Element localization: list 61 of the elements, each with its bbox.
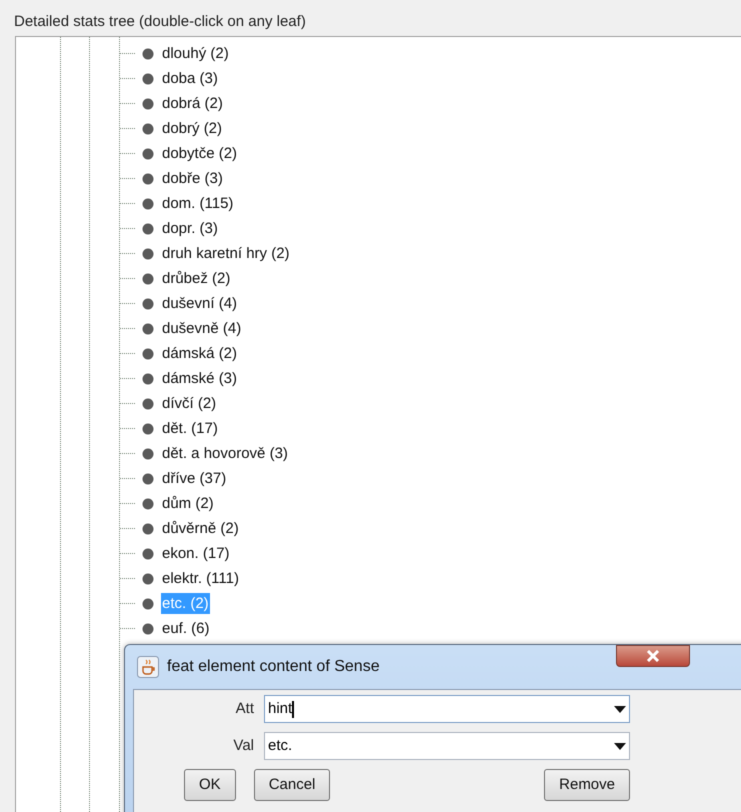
cup-icon <box>137 656 159 678</box>
tree-item[interactable]: dlouhý (2) <box>161 43 230 64</box>
tree-item[interactable]: dům (2) <box>161 493 215 514</box>
tree-item[interactable]: dět. a hovorově (3) <box>161 443 289 464</box>
tree-item[interactable]: euf. (6) <box>161 618 211 639</box>
leaf-icon <box>142 598 154 610</box>
cancel-button[interactable]: Cancel <box>254 769 330 801</box>
field-label: Att <box>234 698 254 719</box>
leaf-icon <box>142 148 154 160</box>
leaf-icon <box>142 198 154 210</box>
tree-item[interactable]: dříve (37) <box>161 468 228 489</box>
leaf-icon <box>142 222 154 234</box>
leaf-icon <box>142 248 154 260</box>
leaf-icon <box>142 398 154 410</box>
leaf-icon <box>142 572 154 584</box>
leaf-icon <box>142 422 154 434</box>
panel-title: Detailed stats tree (double-click on any leaf) <box>14 12 306 32</box>
caret-icon <box>614 706 626 712</box>
tree-item[interactable]: elektr. (111) <box>161 568 240 589</box>
tree-item[interactable]: dobrý (2) <box>161 118 224 139</box>
leaf-icon <box>142 498 154 510</box>
tree-item[interactable]: dom. (115) <box>161 193 234 214</box>
leaf-icon <box>142 98 154 110</box>
leaf-icon <box>142 372 154 384</box>
tree-item[interactable]: dopr. (3) <box>161 218 219 239</box>
combo-field[interactable]: etc. <box>264 732 630 760</box>
tree-item[interactable]: duševně (4) <box>161 318 242 339</box>
leaf-icon <box>142 122 154 134</box>
leaf-icon <box>142 522 154 534</box>
tree-item[interactable]: dívčí (2) <box>161 393 218 414</box>
tree-item[interactable]: druh karetní hry (2) <box>161 243 291 264</box>
leaf-icon <box>142 272 154 284</box>
tree-item[interactable]: dámské (3) <box>161 368 238 389</box>
leaf-icon <box>142 348 154 360</box>
tree-item[interactable]: důvěrně (2) <box>161 518 240 539</box>
remove-button[interactable]: Remove <box>544 769 630 801</box>
leaf-icon <box>142 48 154 60</box>
close-button[interactable] <box>616 645 690 667</box>
ok-button[interactable]: OK <box>184 769 236 801</box>
tree-item[interactable]: drůbež (2) <box>161 268 232 289</box>
combo-field[interactable]: hint <box>264 695 630 723</box>
leaf-icon <box>142 548 154 560</box>
leaf-icon <box>142 472 154 484</box>
leaf-icon <box>142 298 154 310</box>
leaf-icon <box>142 622 154 634</box>
tree-item[interactable]: dět. (17) <box>161 418 219 439</box>
dialog-title: feat element content of Sense <box>167 657 380 677</box>
tree-item[interactable]: doba (3) <box>161 68 219 89</box>
tree-item[interactable]: dobytče (2) <box>161 143 238 164</box>
close-icon <box>646 650 660 662</box>
caret-icon <box>614 742 626 750</box>
tree-item[interactable]: dobře (3) <box>161 168 224 189</box>
leaf-icon <box>142 72 154 84</box>
leaf-icon <box>142 448 154 460</box>
field-label: Val <box>232 736 254 756</box>
leaf-icon <box>142 172 154 184</box>
tree-item[interactable]: duševní (4) <box>161 293 238 314</box>
tree-item[interactable]: ekon. (17) <box>161 543 231 564</box>
tree-item[interactable]: dámská (2) <box>161 343 238 364</box>
tree-item[interactable]: dobrá (2) <box>161 93 224 114</box>
leaf-icon <box>142 322 154 334</box>
